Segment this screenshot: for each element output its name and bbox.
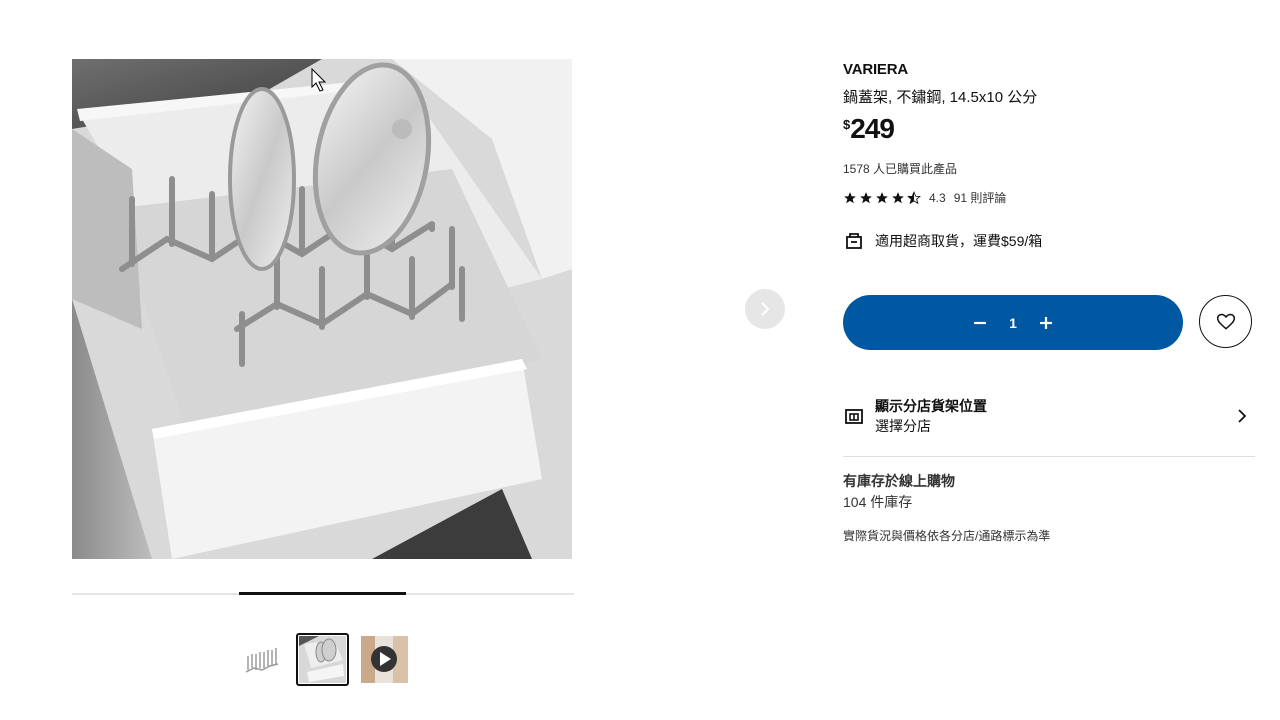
product-main-image[interactable] — [72, 59, 572, 559]
gallery-next-button[interactable] — [745, 289, 785, 329]
chevron-right-icon — [761, 302, 770, 316]
increase-quantity-button[interactable] — [1031, 308, 1061, 338]
price-amount: 249 — [850, 113, 895, 144]
product-price: $249 — [843, 113, 895, 145]
decrease-quantity-button[interactable] — [965, 308, 995, 338]
store-pickup-icon — [843, 231, 865, 251]
quantity-stepper: 1 — [843, 295, 1183, 350]
purchase-count: 1578 人已購買此產品 — [843, 162, 958, 176]
rating-summary[interactable]: 4.3 91 則評論 — [843, 189, 1006, 206]
star-half-icon — [907, 190, 921, 204]
in-use-thumbnail[interactable] — [296, 633, 349, 686]
add-to-favourites-button[interactable] — [1199, 295, 1252, 348]
online-stock-count: 104 件庫存 — [843, 494, 913, 510]
rating-stars — [843, 190, 921, 205]
video-thumbnail[interactable] — [358, 633, 411, 686]
star-filled-icon — [876, 191, 888, 203]
drawer-thumbnail-image — [299, 636, 346, 683]
review-count: 91 則評論 — [953, 191, 1007, 205]
section-divider — [843, 456, 1255, 457]
availability-note: 實際貨況與價格依各分店/通路標示為準 — [843, 529, 1051, 543]
store-location-link[interactable]: 顯示分店貨架位置 選擇分店 — [843, 393, 1254, 439]
select-store-label: 選擇分店 — [875, 418, 931, 434]
chevron-right-icon — [1238, 409, 1247, 423]
video-thumbnail-image — [361, 636, 408, 683]
lid-rack-thumbnail-image — [245, 647, 278, 673]
delivery-option: 適用超商取貨，運費$59/箱 — [843, 231, 1042, 251]
gallery-progress-indicator — [239, 592, 406, 595]
store-icon — [843, 405, 865, 427]
delivery-text: 適用超商取貨，運費$59/箱 — [875, 233, 1043, 249]
rating-score: 4.3 — [929, 190, 946, 205]
heart-icon — [1216, 313, 1235, 330]
star-filled-icon — [844, 191, 856, 203]
price-currency: $ — [843, 117, 851, 132]
online-stock-title: 有庫存於線上購物 — [843, 473, 955, 489]
quantity-value[interactable]: 1 — [995, 315, 1031, 331]
plus-icon — [1040, 316, 1052, 329]
product-thumbnail[interactable] — [235, 633, 288, 686]
star-filled-icon — [892, 191, 904, 203]
drawer-illustration — [72, 59, 572, 559]
product-description: 鍋蓋架, 不鏽鋼, 14.5x10 公分 — [843, 89, 1038, 106]
product-name: VARIERA — [843, 61, 908, 78]
store-title: 顯示分店貨架位置 — [875, 398, 987, 414]
minus-icon — [974, 321, 986, 324]
store-texts: 顯示分店貨架位置 選擇分店 — [875, 396, 1236, 436]
star-filled-icon — [860, 191, 872, 203]
